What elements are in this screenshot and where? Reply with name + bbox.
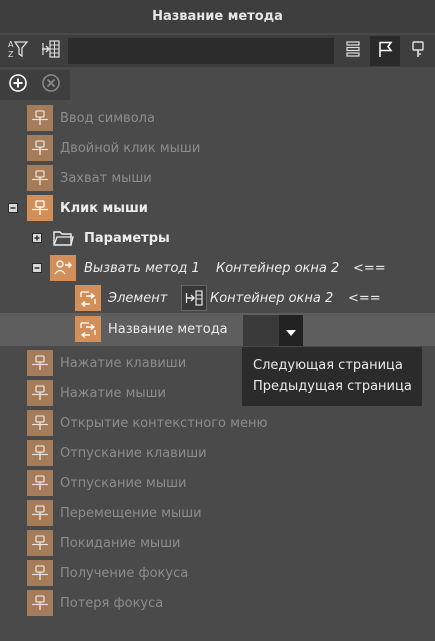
delete-button[interactable] — [36, 70, 66, 100]
add-button[interactable] — [3, 70, 33, 100]
tree-item-label: Название метода — [108, 322, 228, 337]
tree-item-label: Отпускание клавиши — [60, 445, 207, 461]
tree-item-mouse-leave[interactable]: Покидание мыши — [0, 528, 435, 558]
tree-item-label: Ввод символа — [60, 110, 155, 126]
tree-item-lost-focus[interactable]: Потеря фокуса — [0, 588, 435, 618]
list-view-button[interactable] — [338, 36, 368, 66]
tree-item-double-click[interactable]: Двойной клик мыши — [0, 133, 435, 163]
event-icon — [27, 105, 53, 131]
event-icon — [27, 500, 53, 526]
expand-toggle-icon[interactable] — [32, 233, 42, 243]
tree-item-label: Клик мыши — [60, 200, 148, 216]
tree-item-label: Нажатие клавиши — [60, 355, 187, 371]
event-icon — [27, 165, 53, 191]
dropdown-option-prev-page[interactable]: Предыдущая страница — [253, 379, 412, 394]
goto-table-icon — [40, 38, 62, 64]
event-icon — [27, 530, 53, 556]
tree-item-label: Элемент — [108, 290, 168, 306]
window-container-icon — [181, 285, 207, 311]
event-icon — [27, 440, 53, 466]
edit-toolbar — [0, 70, 70, 100]
events-view-button[interactable] — [370, 36, 400, 66]
tree-item-target: Контейнер окна 2 — [210, 290, 334, 306]
tree-item-label: Захват мыши — [60, 170, 152, 186]
tree-item-mouse-capture[interactable]: Захват мыши — [0, 163, 435, 193]
method-editor-panel: Название метода A Z Ввод символа Двойной… — [0, 0, 435, 641]
tree-item-call-method[interactable]: Вызвать метод 1 Контейнер окна 2 <== — [0, 253, 435, 283]
sort-az-filter-icon: A Z — [7, 38, 29, 64]
collapse-toggle-icon[interactable] — [8, 203, 18, 213]
parameter-icon — [75, 316, 101, 342]
tree-item-label: Покидание мыши — [60, 535, 181, 551]
panel-title: Название метода — [0, 0, 435, 33]
tree-item-label: Получение фокуса — [60, 565, 189, 581]
call-method-icon — [50, 255, 76, 281]
tree-item-mouse-up[interactable]: Отпускание мыши — [0, 468, 435, 498]
tree-item-label: Вызвать метод 1 — [84, 260, 200, 276]
list-icon — [343, 39, 363, 63]
event-icon — [27, 350, 53, 376]
method-dropdown-list: Следующая страница Предыдущая страница — [242, 347, 422, 406]
folder-icon — [50, 225, 76, 251]
tree-item-label: Перемещение мыши — [60, 505, 202, 521]
tree-item-label: Нажатие мыши — [60, 385, 166, 401]
binding-arrow: <== — [348, 290, 381, 306]
event-icon — [27, 135, 53, 161]
tree-item-element-param[interactable]: Элемент Контейнер окна 2 <== — [0, 283, 435, 313]
tree-item-label: Открытие контекстного меню — [60, 415, 268, 431]
dropdown-option-next-page[interactable]: Следующая страница — [253, 358, 403, 373]
tree-item-mouse-move[interactable]: Перемещение мыши — [0, 498, 435, 528]
tree-item-context-menu[interactable]: Открытие контекстного меню — [0, 408, 435, 438]
method-name-combo[interactable] — [243, 315, 303, 346]
tree-item-label: Двойной клик мыши — [60, 140, 201, 156]
tree-item-target: Контейнер окна 2 — [216, 260, 340, 276]
tree-item-mouse-click[interactable]: Клик мыши — [0, 193, 435, 223]
event-icon — [27, 195, 53, 221]
tree-item-key-up[interactable]: Отпускание клавиши — [0, 438, 435, 468]
tree-item-parameters[interactable]: Параметры — [0, 223, 435, 253]
collapse-toggle-icon[interactable] — [32, 263, 42, 273]
dropdown-toggle-button[interactable] — [279, 315, 303, 346]
plus-circle-icon — [8, 73, 28, 97]
parameter-icon — [75, 285, 101, 311]
sort-filter-button[interactable]: A Z — [3, 36, 33, 66]
key-icon — [408, 39, 428, 63]
svg-text:Z: Z — [8, 50, 14, 59]
tree-item-method-name[interactable]: Название метода — [0, 313, 435, 346]
tree-item-label: Параметры — [84, 230, 170, 246]
toolbar-search-field[interactable] — [68, 38, 334, 64]
toolbar: A Z — [0, 35, 435, 67]
tree-item-key-char[interactable]: Ввод символа — [0, 103, 435, 133]
binding-arrow: <== — [353, 260, 386, 276]
tree-item-got-focus[interactable]: Получение фокуса — [0, 558, 435, 588]
event-icon — [27, 380, 53, 406]
close-circle-icon — [41, 73, 61, 97]
flag-icon — [375, 39, 395, 63]
chevron-down-icon — [286, 321, 296, 340]
event-icon — [27, 410, 53, 436]
event-icon — [27, 470, 53, 496]
event-icon — [27, 590, 53, 616]
tree-item-label: Потеря фокуса — [60, 595, 164, 611]
tree-item-label: Отпускание мыши — [60, 475, 187, 491]
goto-button[interactable] — [36, 36, 66, 66]
event-icon — [27, 560, 53, 586]
svg-text:A: A — [8, 40, 14, 49]
properties-view-button[interactable] — [403, 36, 433, 66]
